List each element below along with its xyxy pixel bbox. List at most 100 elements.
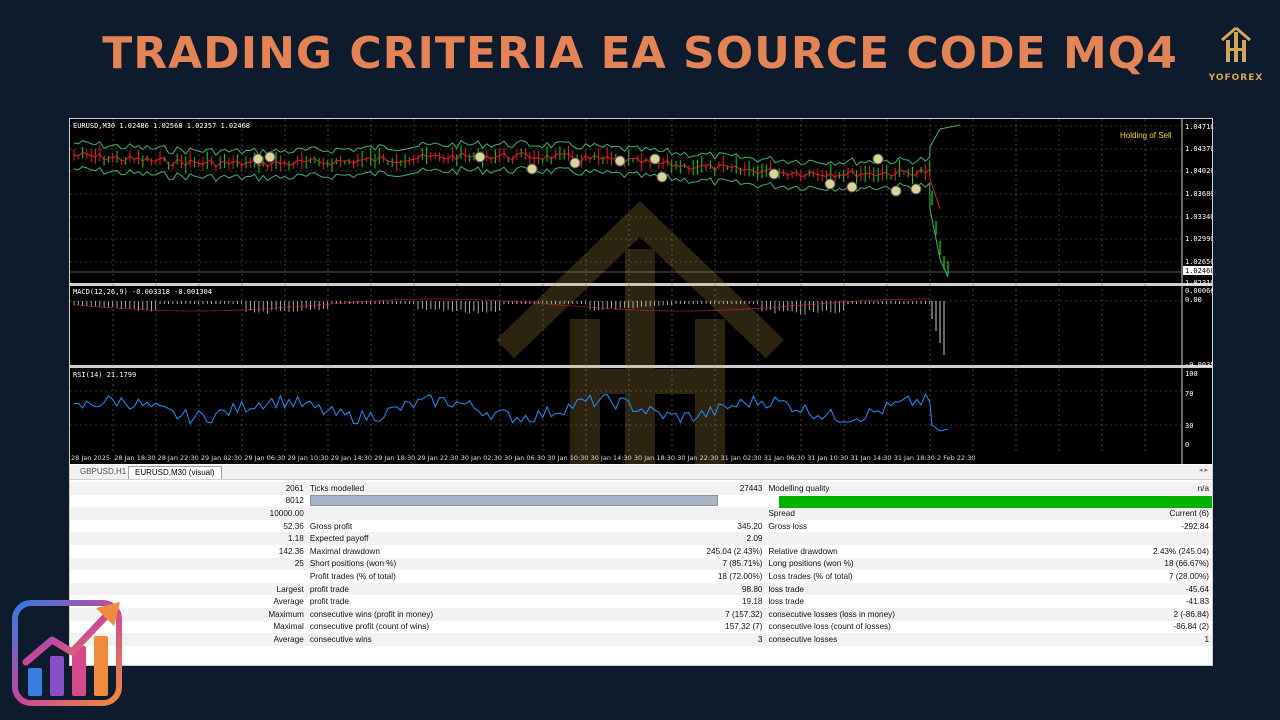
- macd-axis-label: 0.00: [1185, 296, 1202, 304]
- watermark-logo: [495, 200, 785, 464]
- trade-marker-icon: [872, 153, 884, 165]
- modelling-progress-bar: [309, 495, 718, 507]
- analytics-logo-icon: [12, 600, 124, 713]
- bollinger-lower-band: [73, 165, 949, 278]
- report-cell-c3: 98.80: [703, 582, 766, 596]
- report-cell-c4: Long positions (won %): [765, 557, 1150, 571]
- report-cell-c1: Largest: [70, 582, 307, 596]
- trade-marker-icon: [526, 163, 538, 175]
- price-chart[interactable]: 1.04710 1.04370 1.04020 1.03680 1.03340 1.029…: [70, 119, 1212, 464]
- time-axis-label: 29 Jan 06:30: [244, 454, 285, 462]
- macd-axis-label: 0.00066: [1185, 287, 1212, 295]
- rsi-line: [73, 393, 949, 432]
- report-cell-c5: 1: [1150, 633, 1212, 646]
- report-row: 2061 Ticks modelled 27443 Modelling quality…: [70, 482, 1212, 495]
- report-cell-c3: 3: [703, 633, 766, 646]
- macd-header: MACD(12,26,9) -0.003318 -0.001304: [73, 288, 212, 296]
- report-cell-c4: Relative drawdown: [765, 544, 1150, 558]
- trade-marker-icon: [649, 153, 661, 165]
- time-axis-label: 31 Jan 10:30: [807, 454, 848, 462]
- status-label: Holding of Sell: [1120, 131, 1172, 140]
- time-axis-label: 31 Jan 06:30: [764, 454, 805, 462]
- price-axis-label: 1.04370: [1185, 145, 1212, 153]
- trade-marker-icon: [264, 151, 276, 163]
- report-cell-c2: Short positions (won %): [306, 557, 704, 571]
- time-axis-label: 2 Feb 22:30: [937, 454, 976, 462]
- report-cell-c3: 19.18: [703, 595, 766, 608]
- report-cell-c2: Maximal drawdown: [306, 544, 704, 558]
- report-cell-c5: 2 (-86.84): [1150, 607, 1212, 621]
- report-row: Maximum consecutive wins (profit in money…: [70, 607, 1212, 621]
- time-axis-label: 30 Jan 14:30: [591, 454, 632, 462]
- report-cell-c1: 2061: [70, 482, 307, 495]
- report-cell-c5: n/a: [1150, 482, 1212, 495]
- tab-gbpusd-h1[interactable]: GBPUSD,H1: [74, 466, 132, 478]
- trade-marker-icon: [474, 151, 486, 163]
- modelling-quality-bar: [779, 496, 1212, 508]
- report-cell-c5: 7 (28.00%): [1150, 570, 1212, 583]
- time-axis-label: 30 Jan 22:30: [677, 454, 718, 462]
- report-row: 52.36 Gross profit 345.20 Gross loss -292.84: [70, 519, 1212, 533]
- time-axis-label: 29 Jan 10:30: [288, 454, 329, 462]
- report-cell-c3: 157.32 (7): [703, 620, 766, 634]
- report-row: Profit trades (% of total) 18 (72.00%) Los…: [70, 570, 1212, 583]
- report-cell-c5: 2.43% (245.04): [1150, 544, 1212, 558]
- report-cell-c4: consecutive losses (loss in money): [765, 607, 1150, 621]
- time-axis-label: 30 Jan 02:30: [461, 454, 502, 462]
- trade-marker-icon: [824, 178, 836, 190]
- report-cell-c1: 52.36: [70, 519, 307, 533]
- trade-marker-icon: [910, 183, 922, 195]
- rsi-axis-label: 0: [1185, 441, 1189, 449]
- report-cell-c2: Ticks modelled: [306, 482, 704, 495]
- price-axis-label: 1.04710: [1185, 123, 1212, 131]
- report-cell-c5: [1150, 532, 1212, 545]
- trade-marker-icon: [890, 185, 902, 197]
- macd-axis-label: -0.00358: [1185, 361, 1212, 369]
- report-cell-c3: 2.09: [703, 532, 766, 545]
- page-title: TRADING CRITERIA EA SOURCE CODE MQ4: [102, 28, 1178, 79]
- price-axis-label: 1.04020: [1185, 167, 1212, 175]
- time-axis-label: 30 Jan 18:30: [634, 454, 675, 462]
- trade-marker-icon: [614, 155, 626, 167]
- report-cell-c2: Gross profit: [306, 519, 704, 533]
- report-cell-c3: [703, 507, 766, 520]
- report-cell-c3: 18 (72.00%): [703, 570, 766, 583]
- report-cell-c5: -41.83: [1150, 595, 1212, 608]
- report-cell-c5: -86.84 (2): [1150, 620, 1212, 634]
- rsi-axis-label: 100: [1185, 370, 1198, 378]
- report-cell-c4: Spread: [765, 507, 1150, 520]
- tab-scroll-arrows-icon[interactable]: ◂ ▸: [1199, 466, 1208, 474]
- report-row: 25 Short positions (won %) 7 (85.71%) Long …: [70, 557, 1212, 571]
- report-cell-c5: -45.64: [1150, 582, 1212, 596]
- rsi-header: RSI(14) 21.1799: [73, 371, 136, 379]
- tab-eurusd-m30-visual[interactable]: EURUSD,M30 (visual): [128, 466, 222, 479]
- report-cell-c2: [306, 494, 766, 508]
- yoforex-logo-icon: [1221, 26, 1251, 62]
- time-axis-label: 29 Jan 14:30: [331, 454, 372, 462]
- time-axis-label: 31 Jan 14:30: [850, 454, 891, 462]
- report-cell-c4: consecutive loss (count of losses): [765, 620, 1150, 634]
- mt4-terminal: 1.04710 1.04370 1.04020 1.03680 1.03340 1.029…: [69, 118, 1213, 666]
- price-axis-label: 1.03340: [1185, 213, 1212, 221]
- report-cell-c2: consecutive wins: [306, 633, 704, 646]
- report-cell-c1: [70, 570, 307, 583]
- report-row: 10000.00 Spread Current (6): [70, 507, 1212, 520]
- report-cell-c4: consecutive losses: [765, 633, 1150, 646]
- time-axis-label: 29 Jan 22:30: [417, 454, 458, 462]
- report-row: Maximal consecutive profit (count of wins…: [70, 620, 1212, 634]
- report-cell-c2: consecutive wins (profit in money): [306, 607, 704, 621]
- report-cell-c1: 142.36: [70, 544, 307, 558]
- report-cell-c4: loss trade: [765, 595, 1150, 608]
- brand-logo: YOFOREX: [1206, 26, 1266, 83]
- trade-marker-icon: [846, 181, 858, 193]
- report-row: Average profit trade 19.18 loss trade -41.83: [70, 595, 1212, 608]
- price-axis-label: 1.02310: [1185, 279, 1212, 287]
- report-cell-c3: 7 (85.71%): [703, 557, 766, 571]
- report-cell-c1: 25: [70, 557, 307, 571]
- trade-marker-icon: [252, 153, 264, 165]
- brand-name: YOFOREX: [1208, 73, 1264, 83]
- report-cell-c4: [765, 532, 1150, 545]
- report-cell-c4: Loss trades (% of total): [765, 570, 1150, 583]
- report-cell-c2: Profit trades (% of total): [306, 570, 704, 583]
- report-row: 142.36 Maximal drawdown 245.04 (2.43%) Rela…: [70, 544, 1212, 558]
